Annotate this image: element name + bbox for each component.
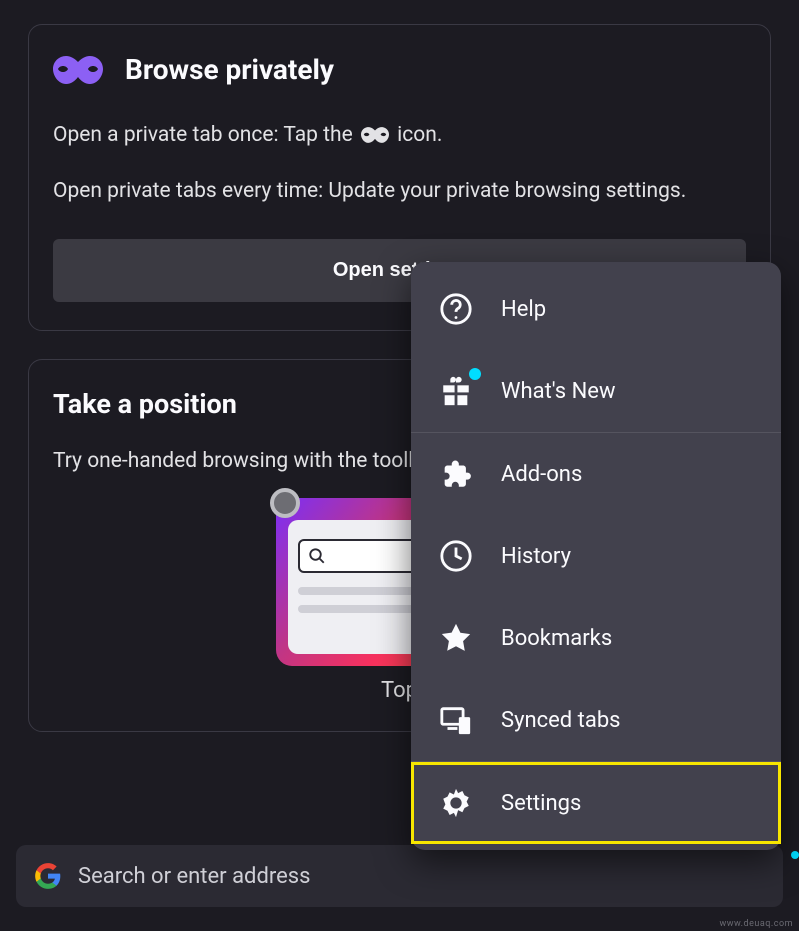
menu-item-bookmarks[interactable]: Bookmarks [411,597,781,679]
card-title: Browse privately [125,53,334,86]
menu-label: Settings [501,791,581,816]
notification-dot-icon [469,368,481,380]
mask-icon [53,56,103,84]
overflow-menu: Help What's New Add-ons Histor [411,262,781,850]
menu-item-synced-tabs[interactable]: Synced tabs [411,679,781,761]
clock-icon [439,539,473,573]
synced-tabs-icon [439,703,473,737]
menu-label: Add-ons [501,462,582,487]
mask-inline-icon [361,127,389,143]
address-placeholder: Search or enter address [78,864,311,889]
menu-label: Bookmarks [501,626,612,651]
menu-item-settings[interactable]: Settings [411,762,781,844]
help-circle-icon [439,292,473,326]
menu-label: Help [501,297,546,322]
menu-item-whats-new[interactable]: What's New [411,350,781,432]
gear-icon [439,786,473,820]
menu-item-history[interactable]: History [411,515,781,597]
menu-label: What's New [501,379,616,404]
card-body: Open a private tab once: Tap the icon. O… [53,120,746,207]
card-header: Browse privately [53,53,746,86]
address-bar[interactable]: Search or enter address [16,845,783,907]
radio-unselected-icon [270,488,300,518]
menu-item-addons[interactable]: Add-ons [411,433,781,515]
star-icon [439,621,473,655]
private-line2: Open private tabs every time: Update you… [53,176,746,208]
menu-label: History [501,544,571,569]
menu-label: Synced tabs [501,708,621,733]
private-line1-suffix: icon. [397,123,442,147]
private-line1-prefix: Open a private tab once: Tap the [53,123,358,147]
google-icon [34,862,62,890]
watermark: www.deuaq.com [719,919,793,929]
menu-item-help[interactable]: Help [411,268,781,350]
gift-icon [439,374,473,408]
notification-dot-icon [791,851,799,859]
puzzle-icon [439,457,473,491]
